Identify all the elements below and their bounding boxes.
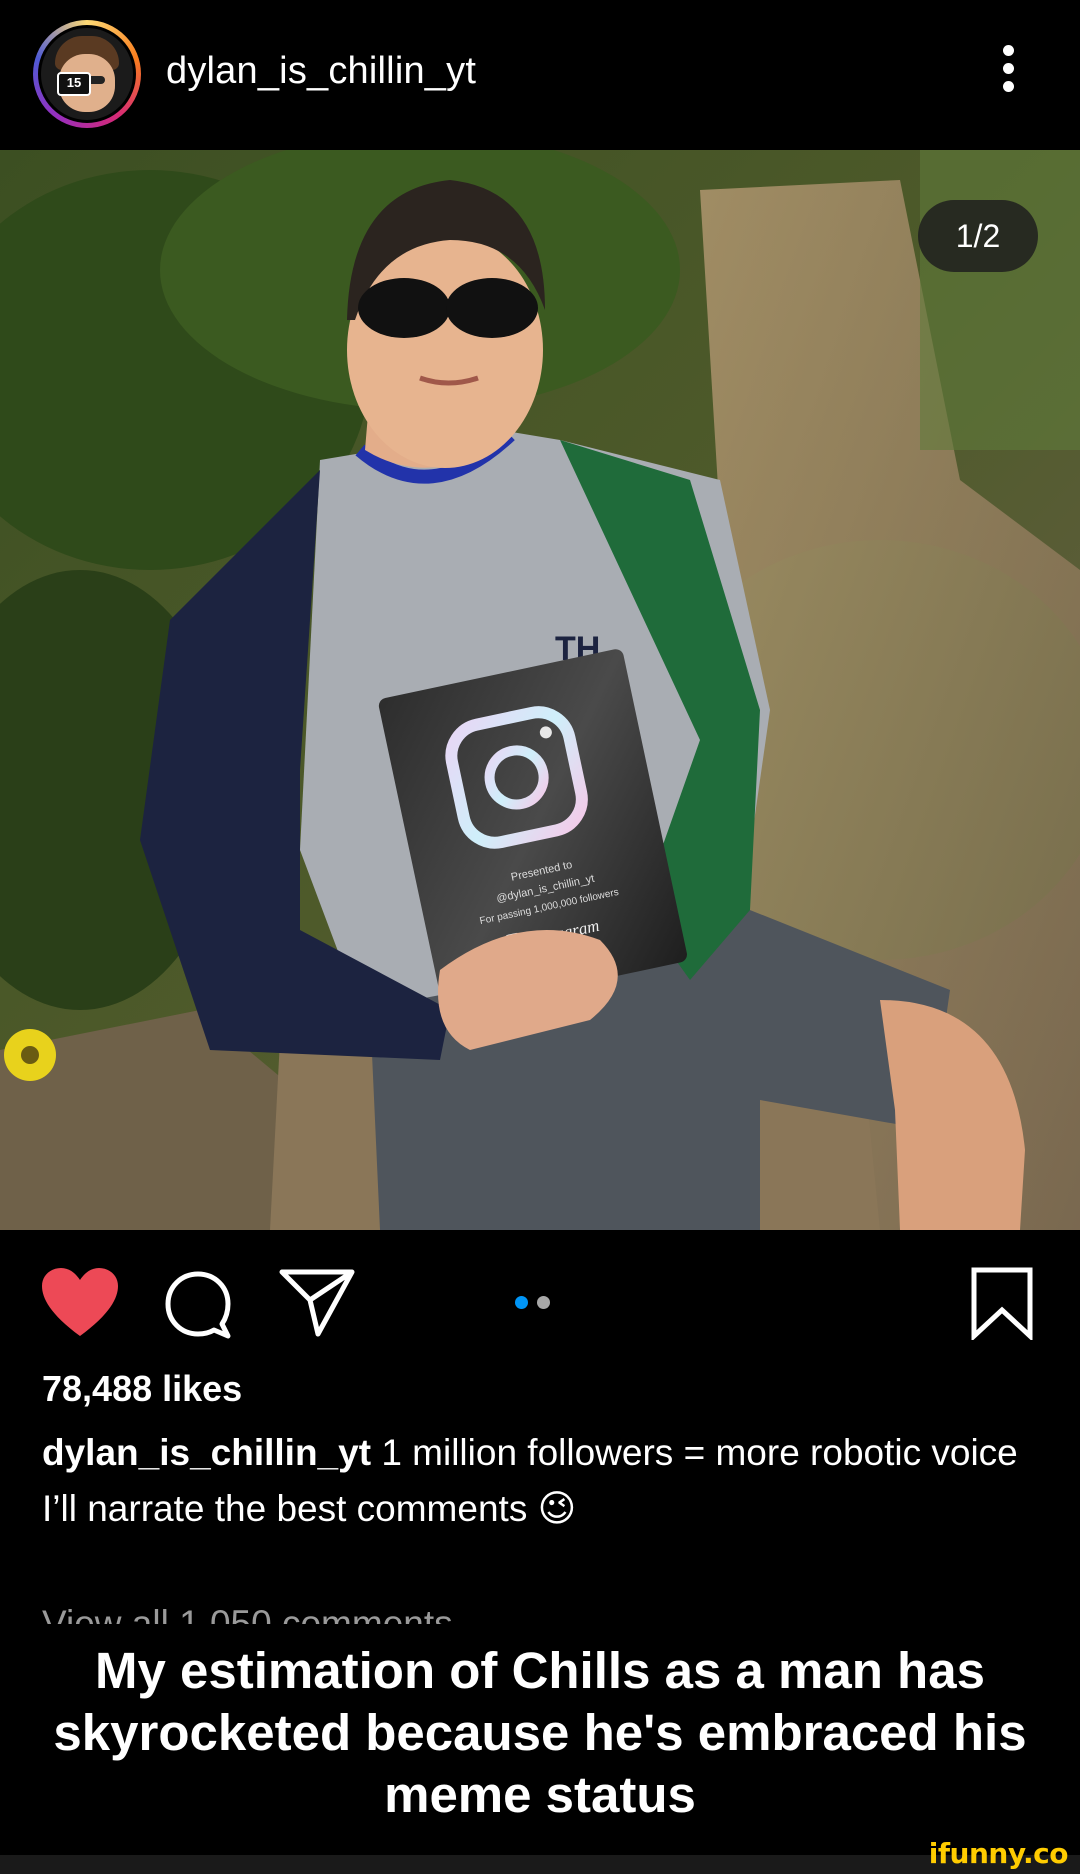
caption-username[interactable]: dylan_is_chillin_yt xyxy=(42,1432,371,1473)
comment-icon[interactable] xyxy=(162,1268,234,1340)
caption: dylan_is_chillin_yt 1 million followers … xyxy=(42,1425,1042,1537)
likes-count[interactable]: 78,488 likes xyxy=(42,1368,242,1410)
carousel-counter: 1/2 xyxy=(918,200,1038,272)
post-username[interactable]: dylan_is_chillin_yt xyxy=(166,50,476,93)
avatar[interactable]: 15 xyxy=(38,25,136,123)
bookmark-icon[interactable] xyxy=(970,1266,1034,1340)
send-icon[interactable] xyxy=(278,1266,356,1338)
post-header: 15 dylan_is_chillin_yt xyxy=(0,0,1080,150)
action-bar xyxy=(0,1230,1080,1370)
meme-caption: My estimation of Chills as a man has sky… xyxy=(53,1642,1027,1823)
bottom-bar xyxy=(0,1855,1080,1874)
avatar-badge: 15 xyxy=(57,72,91,96)
caption-line-1: 1 million followers = more robotic voice xyxy=(381,1432,1018,1473)
more-vertical-icon[interactable] xyxy=(994,45,1022,105)
carousel-dot-active xyxy=(515,1296,528,1309)
heart-filled-icon[interactable] xyxy=(40,1266,120,1338)
story-ring[interactable]: 15 xyxy=(33,20,141,128)
view-comments-link[interactable]: View all 1,050 comments xyxy=(42,1596,1042,1624)
photo-illustration: TH Presented to @dylan_is_chillin_yt For… xyxy=(0,150,1080,1230)
ifunny-watermark: ifunny.co xyxy=(928,1837,1069,1870)
caption-line-2: I’ll narrate the best comments 😉 xyxy=(42,1488,577,1529)
carousel-dots xyxy=(515,1296,559,1314)
carousel-dot xyxy=(537,1296,550,1309)
post-photo[interactable]: TH Presented to @dylan_is_chillin_yt For… xyxy=(0,150,1080,1230)
